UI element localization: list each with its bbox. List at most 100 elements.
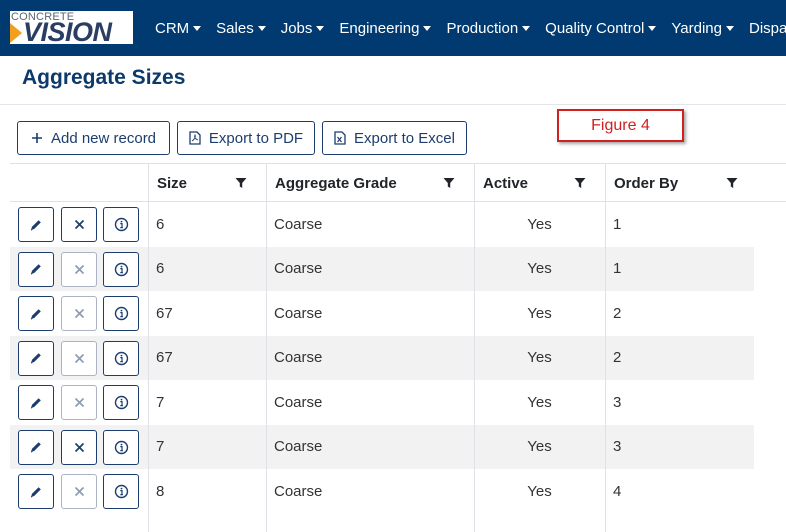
column-divider [148,202,149,532]
nav-item-label: Yarding [671,19,722,37]
logo-chevron-icon [10,23,22,43]
grid-header: Size Aggregate Grade Active Order By [10,163,786,202]
cell-active: Yes [527,260,552,277]
delete-button[interactable] [61,207,97,242]
column-header-active[interactable]: Active [474,164,605,202]
page-title: Aggregate Sizes [22,66,186,89]
details-icon [114,262,129,277]
delete-button[interactable] [61,340,97,376]
add-new-record-label: Add new record [50,129,157,147]
edit-button[interactable] [18,251,54,287]
table-row: 6 Coarse Yes 1 [10,246,754,291]
cell-aggregate-grade: Coarse [274,393,323,411]
edit-button[interactable] [18,207,54,242]
details-icon [114,484,129,499]
cell-size: 67 [156,349,173,366]
caret-down-icon [423,26,432,31]
details-button[interactable] [103,340,139,376]
excel-file-icon [334,131,346,145]
table-row: 67 Coarse Yes 2 [10,335,754,380]
export-pdf-button[interactable]: Export to PDF [177,121,315,155]
delete-icon [74,264,85,275]
cell-order-by: 1 [613,260,622,277]
nav-item-jobs[interactable]: Jobs [281,20,325,37]
cell-active: Yes [527,438,552,455]
column-header-order-by[interactable]: Order By [605,164,786,202]
cell-order-by: 2 [613,304,622,322]
nav-item-dispatch[interactable]: Dispatch [749,20,786,37]
details-button[interactable] [103,207,139,242]
cell-size: 8 [156,482,165,500]
add-new-record-button[interactable]: Add new record [17,121,170,155]
cell-size: 7 [156,438,165,455]
details-button[interactable] [103,385,139,420]
column-header-aggregate-grade[interactable]: Aggregate Grade [266,164,474,202]
delete-button[interactable] [61,296,97,331]
details-button[interactable] [103,474,139,509]
column-header-order-by-label: Order By [614,174,679,192]
caret-down-icon [316,26,325,31]
delete-icon [74,308,85,319]
edit-button[interactable] [18,385,54,420]
column-header-aggregate-grade-label: Aggregate Grade [275,174,397,192]
delete-button[interactable] [61,385,97,420]
nav-item-crm[interactable]: CRM [155,20,202,37]
edit-icon [29,440,43,454]
caret-down-icon [522,26,531,31]
delete-icon [74,397,85,408]
caret-down-icon [257,26,266,31]
delete-button[interactable] [61,429,97,465]
export-excel-label: Export to Excel [354,129,455,147]
details-icon [114,217,129,232]
nav-item-sales[interactable]: Sales [216,20,266,37]
delete-icon [74,442,85,453]
nav-item-label: Jobs [280,19,313,37]
main-nav-menu: CRM Sales Jobs Engineering Production Quality… [155,0,786,56]
edit-button[interactable] [18,296,54,331]
details-button[interactable] [103,296,139,331]
delete-icon [74,486,85,497]
cell-size: 7 [156,393,165,411]
top-navbar: CONCRETE VISION CRM Sales Jobs Engineering P… [0,0,786,56]
edit-icon [29,485,43,499]
nav-item-production[interactable]: Production [446,20,531,37]
details-button[interactable] [103,251,139,287]
caret-down-icon [193,26,202,31]
details-button[interactable] [103,429,139,465]
column-header-size[interactable]: Size [148,164,266,202]
table-row: 7 Coarse Yes 3 [10,380,754,424]
caret-down-icon [648,26,657,31]
delete-button[interactable] [61,474,97,509]
cell-size: 6 [156,260,165,277]
cell-aggregate-grade: Coarse [274,438,323,455]
edit-button[interactable] [18,474,54,509]
nav-item-label: Dispatch [748,19,786,37]
details-icon [114,395,129,410]
delete-button[interactable] [61,251,97,287]
concrete-vision-logo[interactable]: CONCRETE VISION [10,11,133,46]
edit-icon [29,351,43,365]
cell-active: Yes [527,215,552,233]
edit-icon [29,307,43,321]
cell-aggregate-grade: Coarse [274,482,323,500]
cell-aggregate-grade: Coarse [274,260,323,277]
nav-item-label: Engineering [339,19,420,37]
nav-item-engineering[interactable]: Engineering [339,19,432,37]
cell-aggregate-grade: Coarse [274,349,323,366]
export-excel-button[interactable]: Export to Excel [322,121,467,155]
edit-button[interactable] [18,340,54,376]
nav-item-yarding[interactable]: Yarding [671,20,734,37]
cell-size: 6 [156,215,165,233]
cell-order-by: 1 [613,215,622,233]
cell-active: Yes [527,349,552,366]
table-row: 7 Coarse Yes 3 [10,424,754,469]
edit-button[interactable] [18,429,54,465]
delete-icon [74,353,85,364]
nav-item-quality-control[interactable]: Quality Control [545,19,657,37]
pdf-file-icon [189,131,201,145]
cell-order-by: 3 [613,393,622,411]
export-pdf-label: Export to PDF [208,129,304,147]
column-divider [605,202,606,532]
nav-item-label: Quality Control [545,19,645,37]
cell-active: Yes [527,304,552,322]
